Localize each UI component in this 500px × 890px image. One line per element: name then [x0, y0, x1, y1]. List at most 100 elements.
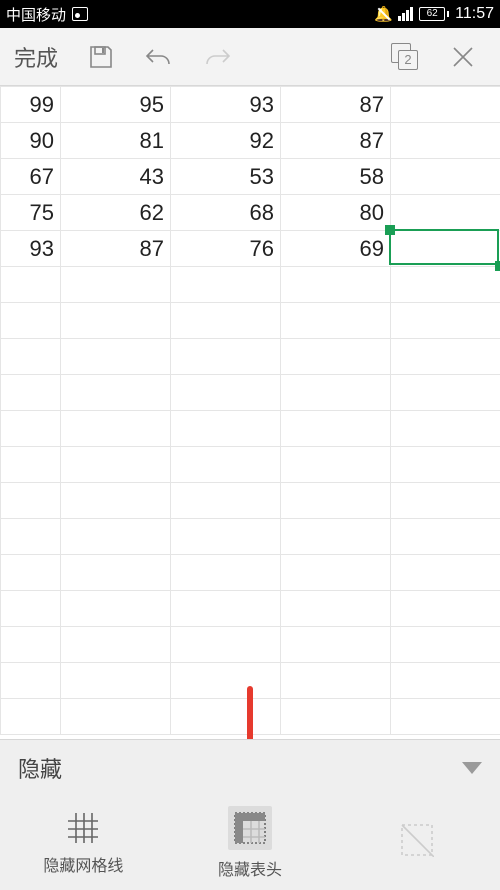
cell[interactable]: [61, 555, 171, 591]
cell[interactable]: 95: [61, 87, 171, 123]
panel-option-grid[interactable]: 隐藏网格线: [0, 796, 167, 890]
cell[interactable]: 87: [61, 231, 171, 267]
cell[interactable]: 93: [171, 87, 281, 123]
grid-table[interactable]: 9995938790819287674353587562688093877669: [0, 86, 500, 735]
cell[interactable]: [1, 519, 61, 555]
cell[interactable]: [391, 483, 500, 519]
cell[interactable]: [391, 627, 500, 663]
cell[interactable]: [171, 339, 281, 375]
close-button[interactable]: [434, 28, 492, 86]
panel-option-header[interactable]: 隐藏表头: [167, 796, 334, 890]
cell[interactable]: [1, 411, 61, 447]
cell[interactable]: [171, 303, 281, 339]
cell[interactable]: [281, 519, 391, 555]
cell[interactable]: [281, 627, 391, 663]
cell[interactable]: [61, 663, 171, 699]
cell[interactable]: [391, 519, 500, 555]
duplicate-button[interactable]: 2: [376, 28, 434, 86]
undo-button[interactable]: [130, 28, 188, 86]
cell[interactable]: [281, 339, 391, 375]
cell[interactable]: [171, 555, 281, 591]
cell[interactable]: [1, 375, 61, 411]
cell[interactable]: [281, 555, 391, 591]
save-button[interactable]: [72, 28, 130, 86]
cell[interactable]: [391, 663, 500, 699]
cell[interactable]: [171, 519, 281, 555]
cell[interactable]: [171, 447, 281, 483]
cell[interactable]: [391, 195, 500, 231]
cell[interactable]: [1, 627, 61, 663]
cell[interactable]: [281, 591, 391, 627]
cell[interactable]: [1, 555, 61, 591]
cell[interactable]: 68: [171, 195, 281, 231]
cell[interactable]: 43: [61, 159, 171, 195]
cell[interactable]: [1, 483, 61, 519]
cell[interactable]: [171, 591, 281, 627]
cell[interactable]: [1, 663, 61, 699]
cell[interactable]: [391, 699, 500, 735]
cell[interactable]: [281, 411, 391, 447]
cell[interactable]: [281, 375, 391, 411]
cell[interactable]: [61, 627, 171, 663]
cell[interactable]: 87: [281, 123, 391, 159]
cell[interactable]: [391, 447, 500, 483]
cell[interactable]: [391, 375, 500, 411]
cell[interactable]: [1, 447, 61, 483]
cell[interactable]: [171, 663, 281, 699]
spreadsheet[interactable]: 9995938790819287674353587562688093877669: [0, 86, 500, 740]
redo-button[interactable]: [188, 28, 246, 86]
cell[interactable]: [61, 411, 171, 447]
cell[interactable]: [171, 483, 281, 519]
cell[interactable]: [1, 339, 61, 375]
cell[interactable]: 99: [1, 87, 61, 123]
cell[interactable]: [61, 375, 171, 411]
cell[interactable]: 69: [281, 231, 391, 267]
cell[interactable]: [391, 411, 500, 447]
cell[interactable]: [391, 555, 500, 591]
cell[interactable]: 62: [61, 195, 171, 231]
cell[interactable]: 67: [1, 159, 61, 195]
cell[interactable]: [171, 267, 281, 303]
cell[interactable]: [61, 591, 171, 627]
cell[interactable]: [391, 159, 500, 195]
cell[interactable]: [61, 267, 171, 303]
cell[interactable]: 92: [171, 123, 281, 159]
cell[interactable]: [61, 519, 171, 555]
cell[interactable]: [1, 303, 61, 339]
cell[interactable]: [281, 447, 391, 483]
cell[interactable]: [1, 699, 61, 735]
cell[interactable]: [281, 483, 391, 519]
cell[interactable]: [61, 483, 171, 519]
panel-header[interactable]: 隐藏: [0, 740, 500, 796]
cell[interactable]: 58: [281, 159, 391, 195]
cell[interactable]: [1, 591, 61, 627]
cell[interactable]: 53: [171, 159, 281, 195]
cell[interactable]: 75: [1, 195, 61, 231]
cell[interactable]: 90: [1, 123, 61, 159]
cell[interactable]: [391, 303, 500, 339]
cell[interactable]: [281, 663, 391, 699]
cell[interactable]: 93: [1, 231, 61, 267]
cell[interactable]: [281, 303, 391, 339]
cell[interactable]: [171, 411, 281, 447]
cell[interactable]: [391, 123, 500, 159]
cell[interactable]: 80: [281, 195, 391, 231]
cell[interactable]: [171, 627, 281, 663]
cell[interactable]: [391, 231, 500, 267]
cell[interactable]: 76: [171, 231, 281, 267]
cell[interactable]: [61, 699, 171, 735]
cell[interactable]: [171, 699, 281, 735]
cell[interactable]: [391, 267, 500, 303]
cell[interactable]: [281, 267, 391, 303]
cell[interactable]: 87: [281, 87, 391, 123]
cell[interactable]: 81: [61, 123, 171, 159]
cell[interactable]: [1, 267, 61, 303]
cell[interactable]: [61, 303, 171, 339]
cell[interactable]: [61, 339, 171, 375]
cell[interactable]: [281, 699, 391, 735]
cell[interactable]: [61, 447, 171, 483]
cell[interactable]: [391, 339, 500, 375]
done-button[interactable]: 完成: [8, 28, 72, 86]
cell[interactable]: [171, 375, 281, 411]
cell[interactable]: [391, 87, 500, 123]
